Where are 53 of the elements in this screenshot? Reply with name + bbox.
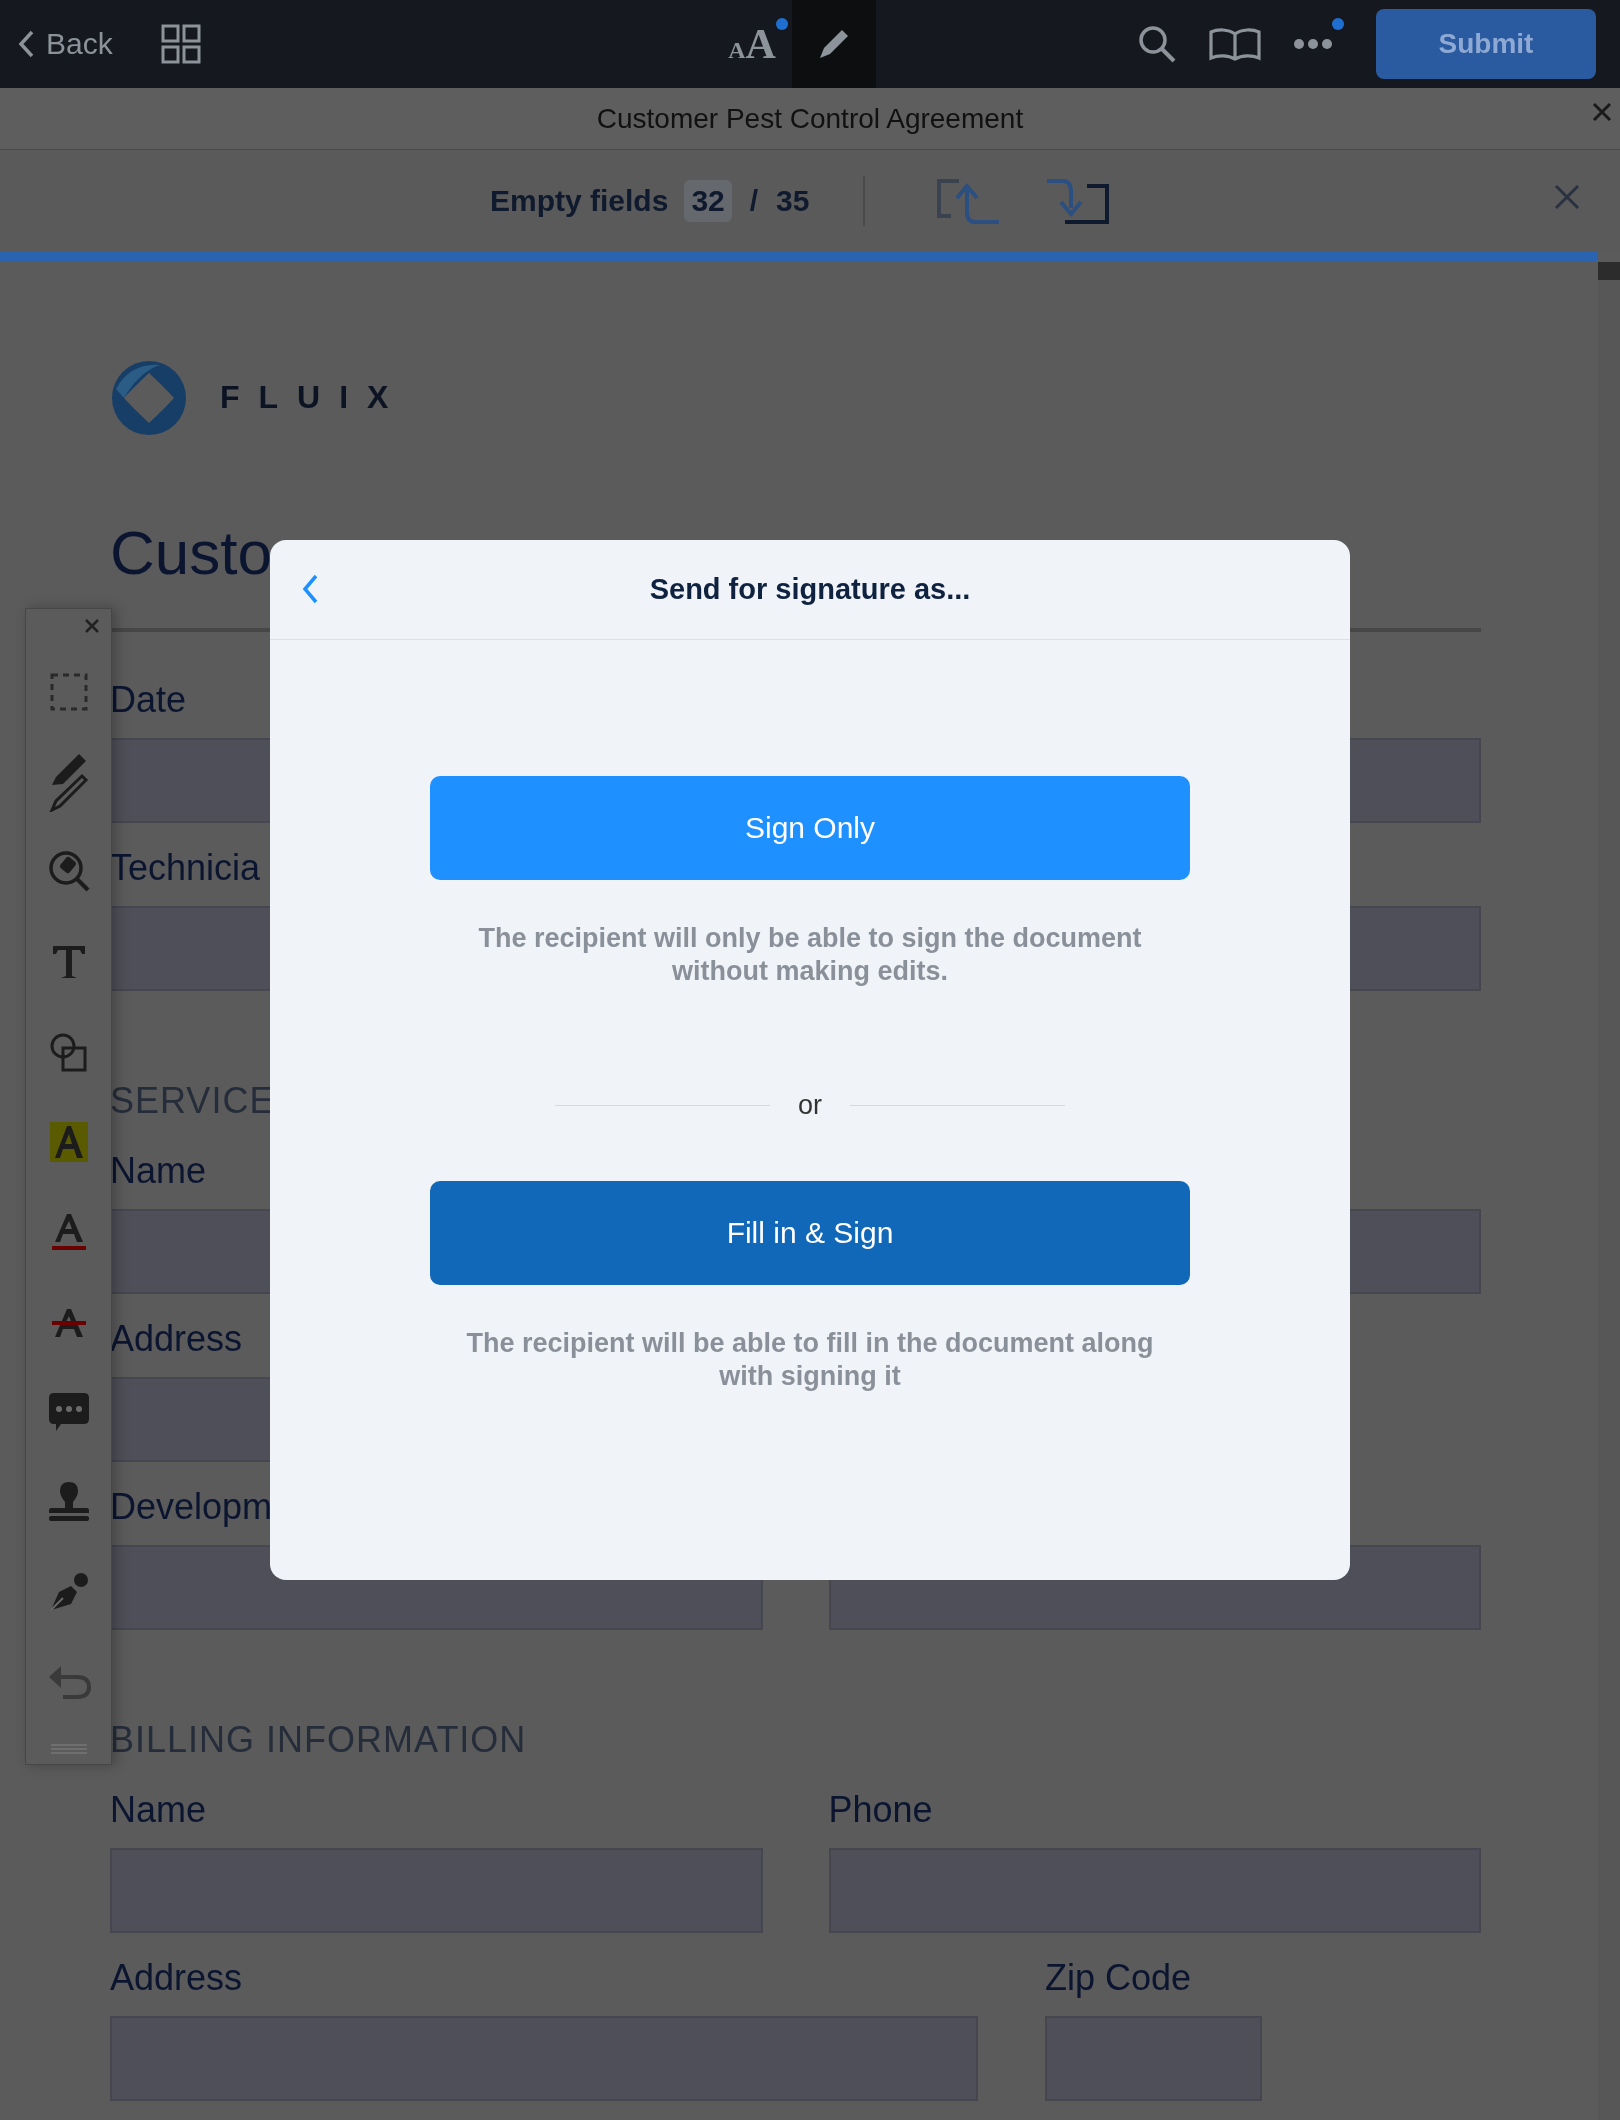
total-count: 35 (776, 184, 810, 218)
option-button[interactable]: Fill in & Sign (430, 1181, 1190, 1285)
next-field-icon[interactable] (1045, 178, 1112, 224)
back-button[interactable]: Back (18, 27, 113, 61)
field-label: Name (110, 1149, 207, 1193)
field-label: Name (110, 1788, 207, 1832)
more-icon (1293, 38, 1333, 50)
logo-text: FLUIX (220, 379, 408, 416)
scrollbar[interactable] (1598, 262, 1620, 2120)
pencils-icon[interactable] (48, 752, 89, 812)
close-icon[interactable] (85, 619, 99, 633)
empty-fields-label: Empty fields (490, 184, 669, 218)
toolbar-button[interactable]: AA (712, 0, 792, 88)
eraser-search-icon[interactable] (47, 850, 90, 894)
notification-dot (1332, 18, 1344, 30)
document-title: Customer Pest Control Agreement (596, 102, 1024, 135)
dialog-title: Send for signature as... (649, 573, 971, 606)
chevron-left-icon (18, 30, 34, 58)
field-label: Date (110, 678, 187, 722)
logo-icon (110, 358, 188, 437)
field-label: Address (110, 1956, 243, 2000)
toolbar-button[interactable] (792, 0, 876, 88)
field-label: Zip Code (1045, 1956, 1192, 2000)
text-tool-icon[interactable] (50, 944, 87, 980)
comment-icon[interactable] (48, 1393, 89, 1431)
shapes-icon[interactable] (48, 1032, 89, 1072)
field-label: Developm (110, 1485, 273, 1529)
notification-dot (776, 18, 788, 30)
highlight-icon[interactable] (49, 1122, 88, 1162)
submit-button[interactable]: Submit (1376, 9, 1596, 79)
field-label: Phone (828, 1788, 933, 1832)
text-size-label: AA (728, 20, 776, 68)
book-icon (1208, 26, 1262, 62)
field-label: Technicia (110, 846, 261, 890)
option-description: The recipient will be able to fill in the document along with signing it (465, 1327, 1155, 1393)
field-label: Address (110, 1317, 243, 1361)
previous-field-icon[interactable] (935, 178, 1002, 224)
grid-icon[interactable] (160, 24, 201, 64)
empty-count: 32 (684, 180, 732, 222)
search-icon (1137, 24, 1177, 64)
underline-icon[interactable] (50, 1212, 87, 1252)
stamp-icon[interactable] (48, 1482, 89, 1522)
separator: / (749, 184, 759, 218)
divider-label: or (798, 1090, 822, 1121)
option-button[interactable]: Sign Only (430, 776, 1190, 880)
document-heading: Custo (110, 517, 272, 589)
pen-nib-icon[interactable] (48, 1572, 89, 1612)
selection-icon[interactable] (48, 672, 89, 712)
option-description: The recipient will only be able to sign the document without making edits. (477, 922, 1143, 988)
close-icon[interactable] (1592, 102, 1612, 122)
back-button[interactable] (302, 574, 318, 604)
chevron-left-icon (302, 574, 318, 604)
close-icon[interactable] (1554, 184, 1580, 210)
